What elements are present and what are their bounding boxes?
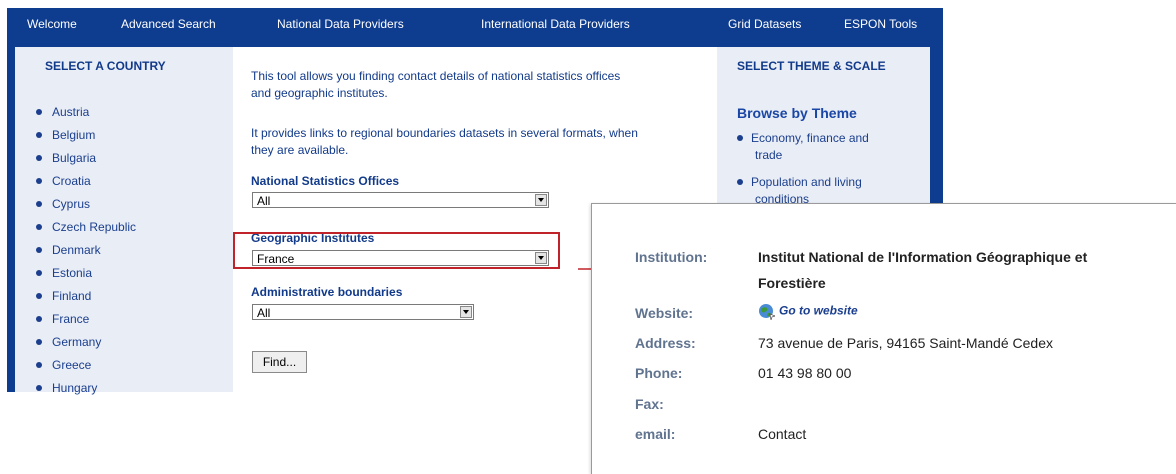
nav-espon-tools[interactable]: ESPON Tools xyxy=(844,17,917,31)
theme-item-label: Economy, finance and xyxy=(751,131,869,145)
country-item-croatia[interactable]: Croatia xyxy=(36,174,91,188)
nso-select[interactable]: All xyxy=(252,192,549,208)
geo-select-highlight-box xyxy=(233,232,560,269)
country-panel: SELECT A COUNTRY Austria Belgium Bulgari… xyxy=(15,47,233,395)
admin-label: Administrative boundaries xyxy=(251,285,403,299)
website-link[interactable]: Go to website xyxy=(758,303,858,321)
institution-name-line2: Forestière xyxy=(758,275,826,291)
top-nav: Welcome Advanced Search National Data Pr… xyxy=(7,8,943,39)
country-item-bulgaria[interactable]: Bulgaria xyxy=(36,151,96,165)
nav-national-data-providers[interactable]: National Data Providers xyxy=(277,17,404,31)
bullet-icon xyxy=(36,246,42,253)
website-label: Website: xyxy=(635,305,694,321)
theme-item-label: Population and living xyxy=(751,175,862,189)
globe-link-icon xyxy=(759,304,776,321)
country-label: Czech Republic xyxy=(52,220,137,234)
bullet-icon xyxy=(737,134,743,141)
bullet-icon xyxy=(36,315,42,322)
website-link-label: Go to website xyxy=(779,303,858,318)
bullet-icon xyxy=(36,154,42,161)
nav-grid-datasets[interactable]: Grid Datasets xyxy=(728,17,801,31)
bullet-icon xyxy=(36,177,42,184)
phone-value: 01 43 98 80 00 xyxy=(758,365,852,381)
nav-advanced-search[interactable]: Advanced Search xyxy=(121,17,216,31)
admin-select-value: All xyxy=(257,306,271,320)
country-panel-title: SELECT A COUNTRY xyxy=(45,59,166,73)
institution-name-line1: Institut National de l'Information Géogr… xyxy=(758,249,1088,265)
address-value: 73 avenue de Paris, 94165 Saint-Mandé Ce… xyxy=(758,335,1053,351)
country-label: Belgium xyxy=(52,128,96,142)
bullet-icon xyxy=(36,292,42,299)
country-label: Estonia xyxy=(52,266,93,280)
theme-panel-title: SELECT THEME & SCALE xyxy=(737,59,886,73)
nso-label: National Statistics Offices xyxy=(251,174,400,188)
email-label: email: xyxy=(635,426,676,442)
bullet-icon xyxy=(36,384,42,391)
country-item-germany[interactable]: Germany xyxy=(36,335,101,349)
admin-select[interactable]: All xyxy=(252,304,474,320)
country-item-estonia[interactable]: Estonia xyxy=(36,266,92,280)
intro-line: they are available. xyxy=(251,143,349,157)
bullet-icon xyxy=(36,338,42,345)
nav-international-data-providers[interactable]: International Data Providers xyxy=(481,17,630,31)
country-item-cyprus[interactable]: Cyprus xyxy=(36,197,90,211)
country-item-greece[interactable]: Greece xyxy=(36,358,91,372)
country-item-hungary[interactable]: Hungary xyxy=(36,381,97,395)
country-label: Croatia xyxy=(52,174,91,188)
intro-paragraph-1: This tool allows you finding contact det… xyxy=(251,68,711,102)
chevron-down-icon[interactable] xyxy=(535,194,547,206)
phone-label: Phone: xyxy=(635,365,683,381)
email-contact-link[interactable]: Contact xyxy=(758,426,806,442)
country-label: Denmark xyxy=(52,243,101,257)
nav-welcome[interactable]: Welcome xyxy=(27,17,77,31)
bullet-icon xyxy=(36,269,42,276)
country-label: Hungary xyxy=(52,381,98,395)
bullet-icon xyxy=(36,131,42,138)
country-item-czech-republic[interactable]: Czech Republic xyxy=(36,220,136,234)
bullet-icon xyxy=(36,108,42,115)
country-item-finland[interactable]: Finland xyxy=(36,289,91,303)
country-label: Germany xyxy=(52,335,102,349)
bullet-icon xyxy=(36,200,42,207)
browse-by-theme-heading: Browse by Theme xyxy=(737,105,857,121)
bullet-icon xyxy=(737,178,743,185)
country-label: Bulgaria xyxy=(52,151,97,165)
country-item-belgium[interactable]: Belgium xyxy=(36,128,95,142)
fax-label: Fax: xyxy=(635,396,664,412)
address-label: Address: xyxy=(635,335,696,351)
country-label: France xyxy=(52,312,90,326)
intro-line: and geographic institutes. xyxy=(251,86,388,100)
nso-select-value: All xyxy=(257,194,271,208)
theme-item-label-cont: trade xyxy=(755,148,783,162)
country-label: Greece xyxy=(52,358,92,372)
country-label: Finland xyxy=(52,289,92,303)
intro-paragraph-2: It provides links to regional boundaries… xyxy=(251,125,711,159)
country-label: Austria xyxy=(52,105,90,119)
institution-label: Institution: xyxy=(635,249,708,265)
find-button[interactable]: Find... xyxy=(252,351,307,373)
institution-detail-card: Institution: Institut National de l'Info… xyxy=(591,203,1176,474)
intro-line: This tool allows you finding contact det… xyxy=(251,69,621,83)
bullet-icon xyxy=(36,361,42,368)
theme-item-economy[interactable]: Economy, finance and trade xyxy=(737,130,912,164)
country-item-france[interactable]: France xyxy=(36,312,89,326)
chevron-down-icon[interactable] xyxy=(460,306,472,318)
country-label: Cyprus xyxy=(52,197,91,211)
country-item-austria[interactable]: Austria xyxy=(36,105,89,119)
bullet-icon xyxy=(36,223,42,230)
country-item-denmark[interactable]: Denmark xyxy=(36,243,101,257)
intro-line: It provides links to regional boundaries… xyxy=(251,126,638,140)
